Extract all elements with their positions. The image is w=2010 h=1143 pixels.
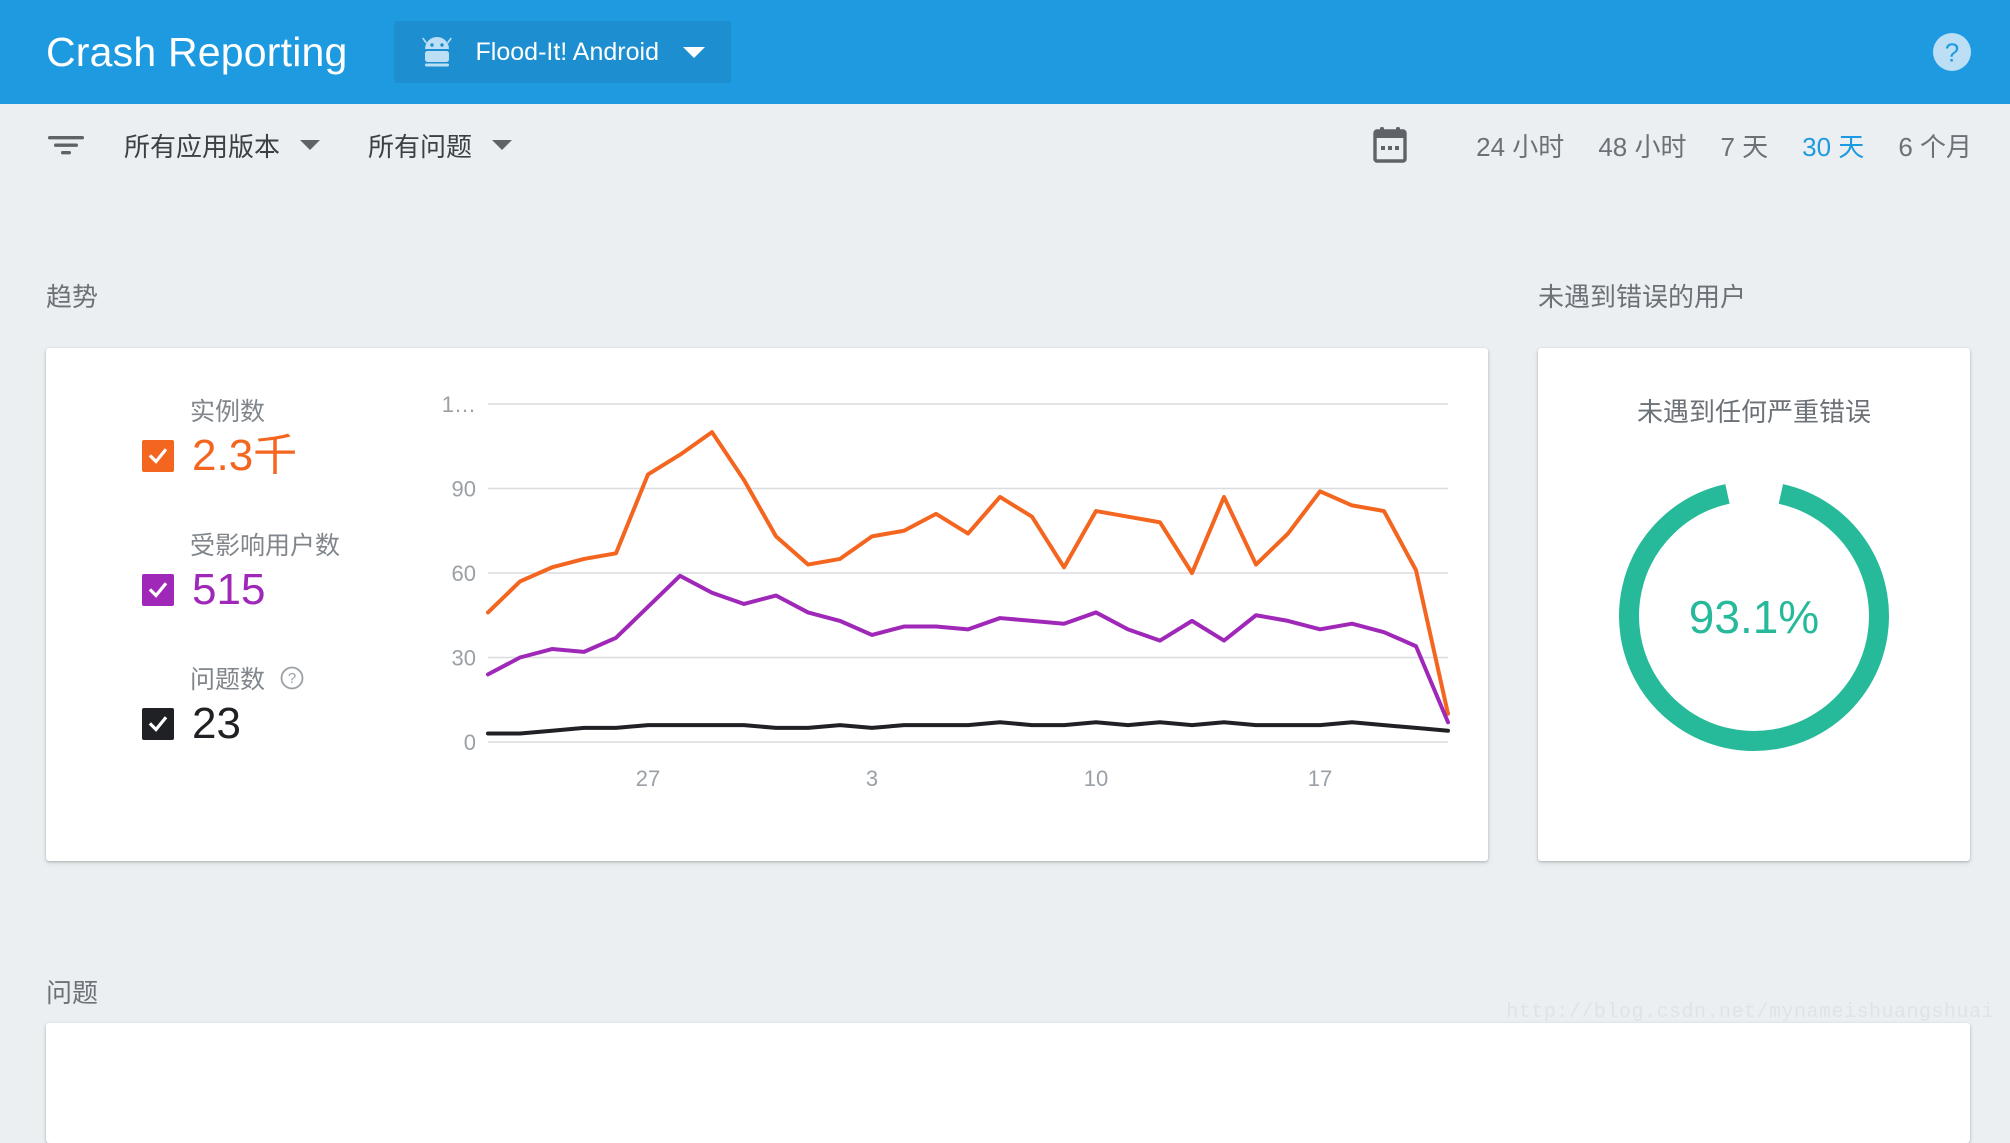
legend-checkbox-instances[interactable] (142, 440, 174, 472)
donut-title: 未遇到任何严重错误 (1538, 392, 1970, 429)
time-range-6m[interactable]: 6 个月 (1898, 127, 1972, 164)
issues-card (46, 1023, 1970, 1143)
chart-series-line (488, 576, 1448, 722)
legend-value-affected-users: 515 (192, 568, 265, 612)
app-selector-button[interactable]: Flood-It! Android (394, 21, 731, 83)
help-circle-icon[interactable]: ? (1930, 30, 1974, 74)
svg-text:?: ? (288, 670, 296, 687)
chart-x-tick-label: 27 (636, 766, 660, 791)
legend-title-text: 受影响用户数 (190, 526, 340, 562)
trend-line-chart[interactable]: 0 30 60 90 1… 27 3 10 17 (436, 390, 1456, 830)
chart-x-tick-label: 17 (1308, 766, 1332, 791)
crash-free-users-card: 未遇到任何严重错误 93.1% (1538, 348, 1970, 861)
legend-item-instances: 实例数 2.3千 (142, 392, 432, 478)
watermark: http://blog.csdn.net/mynameishuangshuai (1506, 1001, 1994, 1024)
time-range-7d[interactable]: 7 天 (1720, 127, 1768, 164)
app-selector-label: Flood-It! Android (476, 38, 659, 67)
issue-type-filter-label: 所有问题 (368, 127, 472, 164)
chart-y-tick-label: 1… (442, 392, 476, 417)
filter-icon[interactable] (46, 131, 86, 159)
legend-title-text: 问题数 (190, 660, 265, 696)
donut-percent-label: 93.1% (1689, 591, 1819, 643)
chart-series-line (488, 722, 1448, 733)
issue-type-filter[interactable]: 所有问题 (368, 127, 512, 164)
crash-free-donut: 93.1% (1594, 456, 1914, 776)
chart-y-tick-label: 0 (464, 730, 476, 755)
chart-y-tick-label: 60 (452, 561, 476, 586)
legend-checkbox-issues[interactable] (142, 708, 174, 740)
time-range-selector: 24 小时 48 小时 7 天 30 天 6 个月 (1372, 126, 1972, 164)
legend-title: 受影响用户数 (190, 526, 432, 562)
legend-title: 实例数 (190, 392, 432, 428)
legend-item-affected-users: 受影响用户数 515 (142, 526, 432, 612)
filter-bar: 所有应用版本 所有问题 24 小时 48 小时 7 天 30 天 6 个月 (0, 104, 2010, 186)
trend-card: 实例数 2.3千 受影响用户数 515 问题数 (46, 348, 1488, 861)
page-title: Crash Reporting (46, 29, 348, 76)
chart-y-tick-label: 90 (452, 477, 476, 502)
svg-text:?: ? (1945, 38, 1959, 68)
calendar-icon[interactable] (1372, 126, 1408, 164)
legend-title: 问题数 ? (190, 660, 432, 696)
chart-x-tick-label: 10 (1084, 766, 1108, 791)
chevron-down-icon (492, 140, 512, 150)
app-version-filter-label: 所有应用版本 (124, 127, 280, 164)
chart-legend: 实例数 2.3千 受影响用户数 515 问题数 (142, 392, 432, 746)
android-icon (420, 37, 454, 67)
chart-y-tick-label: 30 (452, 646, 476, 671)
time-range-48h[interactable]: 48 小时 (1598, 127, 1686, 164)
app-bar: Crash Reporting Flood-It! Android ? (0, 0, 2010, 104)
help-circle-icon[interactable]: ? (279, 665, 305, 691)
chart-x-tick-label: 3 (866, 766, 878, 791)
chevron-down-icon (300, 140, 320, 150)
chevron-down-icon (683, 47, 705, 58)
time-range-24h[interactable]: 24 小时 (1476, 127, 1564, 164)
issues-section-label: 问题 (46, 973, 98, 1010)
legend-title-text: 实例数 (190, 392, 265, 428)
app-version-filter[interactable]: 所有应用版本 (124, 127, 320, 164)
legend-value-issues: 23 (192, 702, 241, 746)
time-range-30d[interactable]: 30 天 (1802, 127, 1864, 164)
legend-checkbox-affected-users[interactable] (142, 574, 174, 606)
trend-section-label: 趋势 (46, 277, 98, 314)
legend-value-instances: 2.3千 (192, 434, 297, 478)
users-section-label: 未遇到错误的用户 (1538, 277, 1746, 314)
legend-item-issues: 问题数 ? 23 (142, 660, 432, 746)
